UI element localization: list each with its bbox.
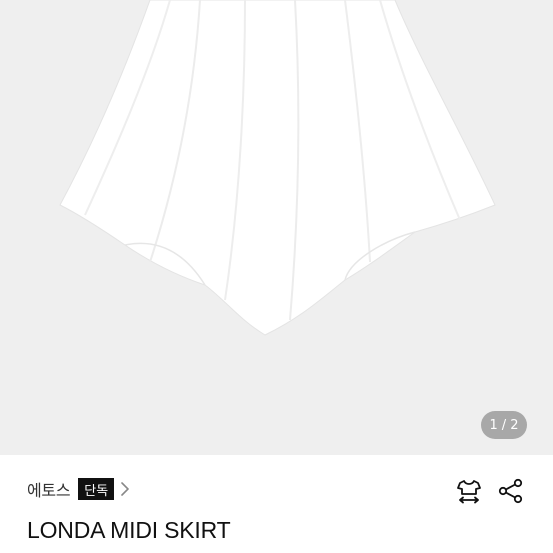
brand-name[interactable]: 에토스 bbox=[27, 477, 71, 501]
chevron-right-icon[interactable] bbox=[120, 481, 130, 497]
share-icon[interactable] bbox=[497, 477, 525, 505]
product-photo bbox=[59, 0, 496, 336]
brand-link[interactable]: 에토스 단독 bbox=[27, 477, 130, 501]
image-page-indicator: 1 / 2 bbox=[481, 411, 527, 439]
page-separator: / bbox=[501, 417, 507, 433]
product-info: 에토스 단독 LONDA MIDI SKIRT bbox=[0, 455, 553, 553]
shirt-size-icon[interactable] bbox=[455, 477, 483, 505]
current-page: 1 bbox=[489, 417, 498, 433]
product-actions bbox=[455, 477, 525, 505]
product-image-gallery[interactable]: 1 / 2 bbox=[0, 0, 553, 455]
product-title: LONDA MIDI SKIRT bbox=[27, 517, 231, 543]
exclusive-badge: 단독 bbox=[78, 478, 115, 500]
total-pages: 2 bbox=[510, 417, 519, 433]
